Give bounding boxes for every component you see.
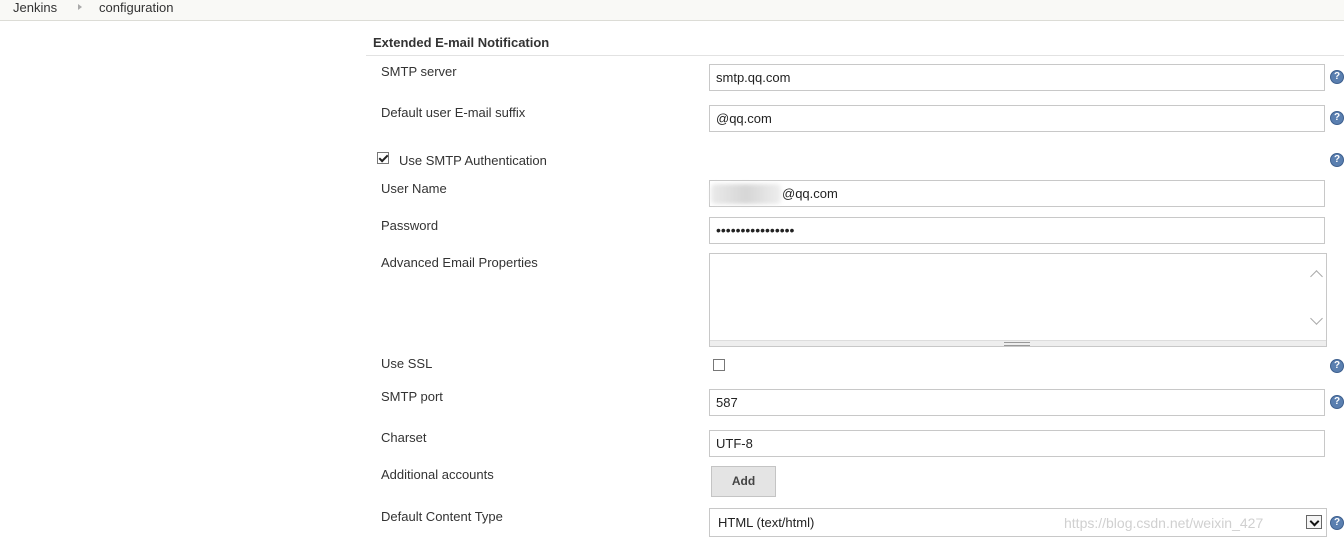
breadcrumb-separator-icon [78, 4, 82, 10]
use-smtp-auth-label: Use SMTP Authentication [399, 153, 547, 168]
watermark: https://blog.csdn.net/weixin_427 [1064, 515, 1264, 531]
smtp-server-label: SMTP server [381, 64, 457, 79]
default-suffix-label: Default user E-mail suffix [381, 105, 526, 120]
section-title: Extended E-mail Notification [373, 35, 550, 50]
smtp-server-input[interactable]: smtp.qq.com [709, 64, 1325, 91]
breadcrumb-jenkins[interactable]: Jenkins [13, 0, 57, 16]
help-question-icon[interactable]: ? [1330, 395, 1344, 409]
redacted-username [711, 184, 781, 204]
use-ssl-label: Use SSL [381, 356, 433, 371]
scroll-down-icon[interactable] [1310, 312, 1323, 325]
add-account-button[interactable]: Add [711, 466, 776, 497]
help-question-icon[interactable]: ? [1330, 516, 1344, 530]
use-ssl-checkbox[interactable] [713, 359, 725, 371]
breadcrumb: Jenkins configuration [0, 0, 1344, 21]
default-suffix-input[interactable]: @qq.com [709, 105, 1325, 132]
advanced-props-textarea[interactable] [709, 253, 1327, 347]
password-input[interactable]: •••••••••••••••• [709, 217, 1325, 244]
smtp-port-input[interactable]: 587 [709, 389, 1325, 416]
scroll-up-icon[interactable] [1310, 270, 1323, 283]
password-label: Password [381, 218, 439, 233]
user-name-input[interactable]: @qq.com [709, 180, 1325, 207]
section-divider [366, 55, 1344, 56]
content-type-selected: HTML (text/html) [718, 515, 815, 530]
help-question-icon[interactable]: ? [1330, 153, 1344, 167]
grip-icon [1004, 342, 1030, 346]
smtp-port-label: SMTP port [381, 389, 443, 404]
textarea-resize-handle[interactable] [710, 340, 1326, 346]
charset-label: Charset [381, 430, 427, 445]
advanced-props-label: Advanced Email Properties [381, 255, 538, 270]
breadcrumb-configuration[interactable]: configuration [99, 0, 173, 16]
chevron-down-icon[interactable] [1306, 515, 1322, 529]
help-question-icon[interactable]: ? [1330, 359, 1344, 373]
additional-accounts-label: Additional accounts [381, 467, 494, 482]
help-question-icon[interactable]: ? [1330, 70, 1344, 84]
user-name-label: User Name [381, 181, 447, 196]
help-question-icon[interactable]: ? [1330, 111, 1344, 125]
content-type-label: Default Content Type [381, 509, 503, 524]
use-smtp-auth-checkbox[interactable] [377, 152, 389, 164]
charset-input[interactable]: UTF-8 [709, 430, 1325, 457]
